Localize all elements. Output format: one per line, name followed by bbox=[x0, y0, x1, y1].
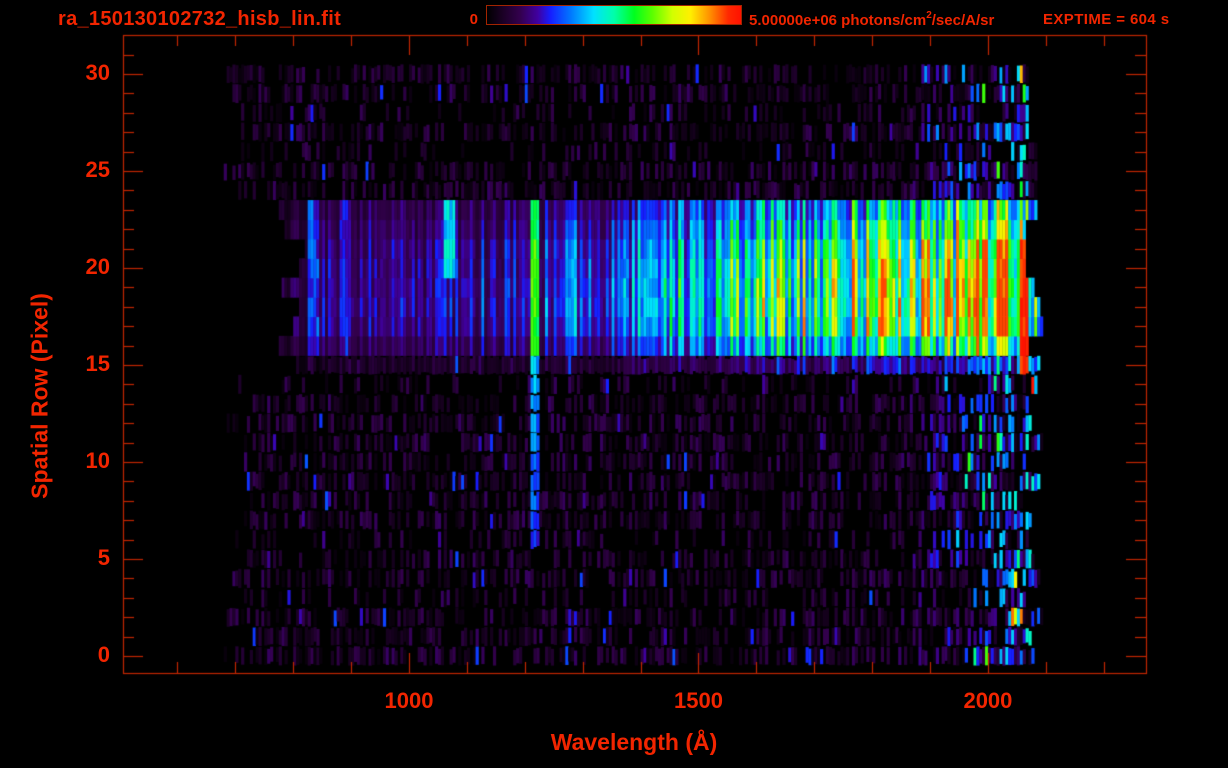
x-tick-label: 1000 bbox=[385, 688, 434, 714]
x-tick-label: 2000 bbox=[963, 688, 1012, 714]
colorbar-gradient bbox=[486, 5, 742, 25]
y-tick-label: 0 bbox=[50, 642, 110, 668]
y-tick-label: 25 bbox=[50, 157, 110, 183]
colorbar-unit-prefix: 5.00000e+06 photons/cm bbox=[749, 12, 926, 29]
y-tick-label: 5 bbox=[50, 545, 110, 571]
exptime-label: EXPTIME = 604 s bbox=[1043, 11, 1169, 28]
spectrogram-viewer: { "header": { "filename": "ra_1501301027… bbox=[0, 0, 1228, 768]
spectrogram-image bbox=[0, 0, 1228, 768]
filename-label: ra_150130102732_hisb_lin.fit bbox=[58, 8, 341, 31]
y-tick-label: 20 bbox=[50, 254, 110, 280]
y-tick-label: 30 bbox=[50, 60, 110, 86]
y-tick-label: 10 bbox=[50, 448, 110, 474]
colorbar-unit-superscript: 2 bbox=[926, 10, 932, 21]
x-tick-label: 1500 bbox=[674, 688, 723, 714]
colorbar-min-label: 0 bbox=[452, 11, 478, 28]
colorbar-unit-suffix: /sec/A/sr bbox=[932, 12, 995, 29]
y-tick-label: 15 bbox=[50, 351, 110, 377]
colorbar-max-label: 5.00000e+06 photons/cm2/sec/A/sr bbox=[749, 11, 994, 29]
x-axis-title: Wavelength (Å) bbox=[551, 729, 718, 756]
